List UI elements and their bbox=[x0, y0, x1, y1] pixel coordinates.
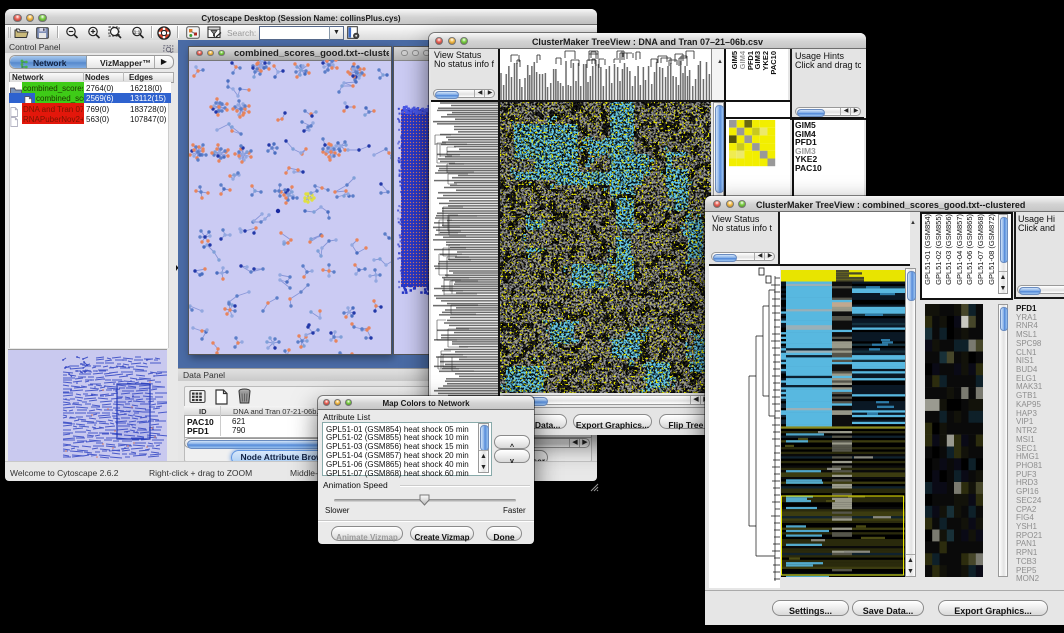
svg-text:1:1: 1:1 bbox=[134, 30, 141, 35]
